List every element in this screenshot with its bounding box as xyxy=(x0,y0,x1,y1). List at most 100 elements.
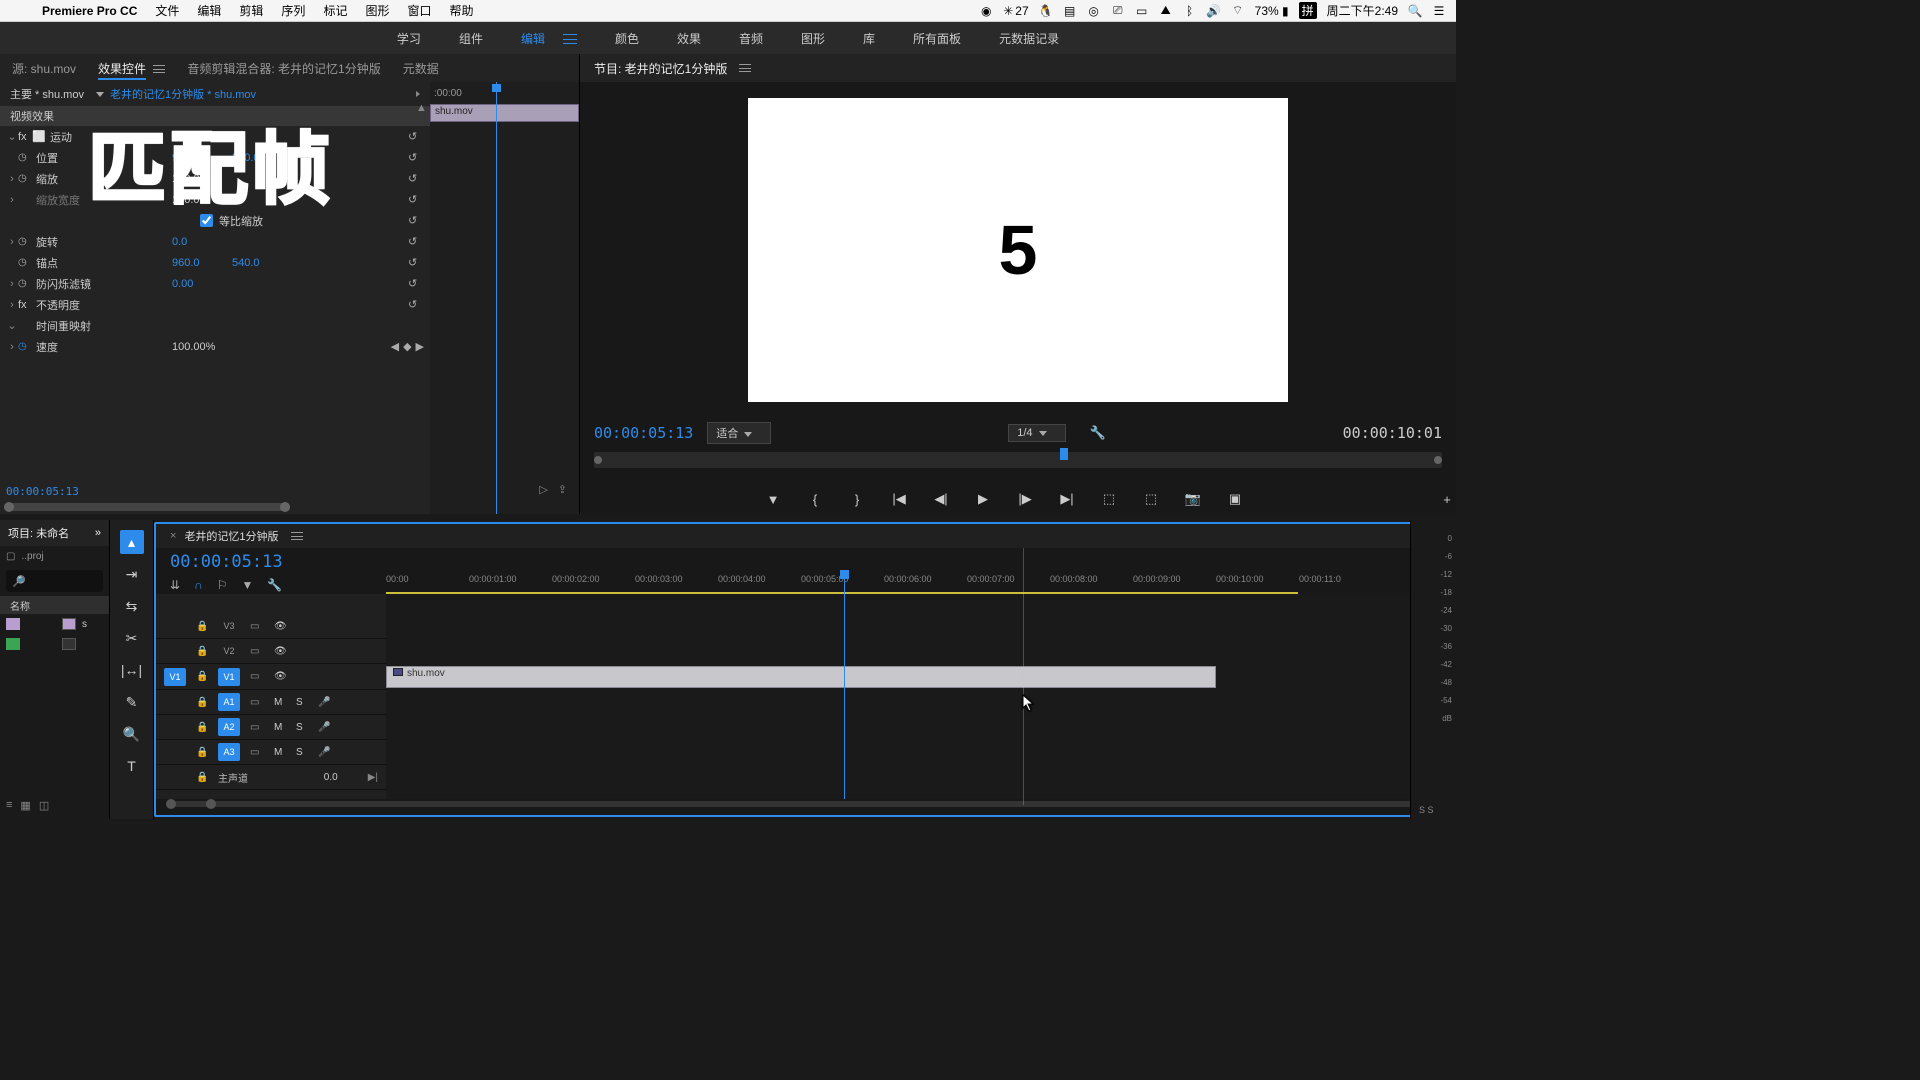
zoom-fit-dropdown[interactable]: 适合 xyxy=(707,422,771,444)
timeline-clip[interactable]: shu.mov xyxy=(386,666,1216,688)
ec-scrollbar[interactable] xyxy=(0,500,579,514)
track-a2[interactable]: 🔒A2▭MS🎤 xyxy=(156,715,386,740)
solo-indicators[interactable]: S S xyxy=(1419,805,1434,815)
lock-icon[interactable]: 🔒 xyxy=(196,747,208,758)
project-title[interactable]: 项目: 未命名 xyxy=(8,525,69,541)
rotation-value[interactable]: 0.0 xyxy=(172,236,232,248)
solo-button[interactable]: S xyxy=(296,697,308,708)
tab-effect-controls[interactable]: 效果控件 xyxy=(98,60,165,77)
pos-y[interactable]: 540.0 xyxy=(232,152,292,164)
spotlight-icon[interactable]: 🔍 xyxy=(1408,4,1422,18)
ws-libraries[interactable]: 库 xyxy=(863,30,875,47)
button-editor-icon[interactable]: + xyxy=(1438,492,1456,507)
tab-metadata[interactable]: 元数据 xyxy=(403,60,439,77)
panel-menu-icon[interactable] xyxy=(291,532,303,540)
sync-lock-icon[interactable]: ▭ xyxy=(250,646,264,657)
bluetooth-icon[interactable]: ᛒ xyxy=(1183,4,1197,18)
mute-button[interactable]: M xyxy=(274,697,286,708)
extract-button[interactable]: ⬚ xyxy=(1142,491,1160,507)
stopwatch-icon[interactable]: ◷ xyxy=(18,278,32,289)
lock-icon[interactable]: 🔒 xyxy=(196,697,208,708)
sync-lock-icon[interactable]: ▭ xyxy=(250,722,264,733)
ws-color[interactable]: 颜色 xyxy=(615,30,639,47)
timeline-h-scrollbar[interactable] xyxy=(166,801,1436,813)
ec-uniform-row[interactable]: 等比缩放 ↺ xyxy=(0,210,430,231)
ec-mini-ruler[interactable]: :00:00 xyxy=(430,82,579,104)
add-marker-button[interactable]: ▼ xyxy=(764,492,782,507)
razor-tool[interactable]: ✂ xyxy=(120,626,144,650)
voiceover-icon[interactable]: 🎤 xyxy=(318,722,330,733)
search-input[interactable]: 🔎 xyxy=(6,570,103,592)
ec-timecode[interactable]: 00:00:05:13 xyxy=(6,485,79,498)
goto-next-icon[interactable]: ▶| xyxy=(368,772,378,783)
stopwatch-icon[interactable]: ◷ xyxy=(18,173,32,184)
next-keyframe-icon[interactable]: ▶ xyxy=(416,340,424,353)
ws-assembly[interactable]: 组件 xyxy=(459,30,483,47)
ec-master[interactable]: 主要 * shu.mov xyxy=(10,86,84,102)
eye-icon[interactable]: 👁 xyxy=(274,671,288,682)
loop-icon[interactable]: ▷ xyxy=(539,483,547,496)
ec-remap-row[interactable]: ⌄ 时间重映射 xyxy=(0,315,430,336)
stopwatch-icon[interactable]: ◷ xyxy=(18,236,32,247)
export-icon[interactable]: ⇪ xyxy=(558,483,567,496)
tab-source[interactable]: 源: shu.mov xyxy=(12,60,76,77)
display-icon[interactable]: ⎚ xyxy=(1111,4,1125,18)
playhead-handle-icon[interactable] xyxy=(840,570,849,579)
go-to-in-button[interactable]: |◀ xyxy=(890,491,908,507)
stopwatch-icon[interactable]: ◷ xyxy=(18,257,32,268)
prev-keyframe-icon[interactable]: ◀ xyxy=(391,340,399,353)
wechat-status[interactable]: ✳27 xyxy=(1003,4,1028,18)
cc-icon[interactable]: ◎ xyxy=(1087,4,1101,18)
icon-view-icon[interactable]: ▦ xyxy=(20,799,30,819)
comparison-button[interactable]: ▣ xyxy=(1226,491,1244,507)
sync-lock-icon[interactable]: ▭ xyxy=(250,697,264,708)
reset-icon[interactable]: ↺ xyxy=(408,193,424,206)
reset-icon[interactable]: ↺ xyxy=(408,172,424,185)
timeline-ruler[interactable]: 00:00 00:00:01:00 00:00:02:00 00:00:03:0… xyxy=(386,572,1436,594)
ec-motion-row[interactable]: ⌄fx⬜ 运动 ↺ xyxy=(0,126,430,147)
ws-effects[interactable]: 效果 xyxy=(677,30,701,47)
monitor-icon[interactable]: ▭ xyxy=(1135,4,1149,18)
program-timecode[interactable]: 00:00:05:13 xyxy=(594,424,693,442)
list-view-icon[interactable]: ≡ xyxy=(6,799,12,819)
timeline-playhead[interactable] xyxy=(844,572,845,799)
column-name[interactable]: 名称 xyxy=(0,596,109,614)
program-monitor[interactable]: 5 xyxy=(580,82,1456,418)
notifications-icon[interactable]: ☰ xyxy=(1432,4,1446,18)
selection-tool[interactable]: ▴ xyxy=(120,530,144,554)
ws-learn[interactable]: 学习 xyxy=(397,30,421,47)
menu-sequence[interactable]: 序列 xyxy=(281,2,305,19)
reset-icon[interactable]: ↺ xyxy=(408,130,424,143)
menu-file[interactable]: 文件 xyxy=(155,2,179,19)
freeform-view-icon[interactable]: ◫ xyxy=(39,799,49,819)
mute-button[interactable]: M xyxy=(274,722,286,733)
ec-playhead[interactable] xyxy=(496,82,497,514)
settings-icon[interactable]: 🔧 xyxy=(1090,425,1106,441)
wifi-icon[interactable]: ⌔ xyxy=(1231,4,1245,18)
scroll-up-icon[interactable]: ▲ xyxy=(416,102,427,114)
go-to-out-button[interactable]: ▶| xyxy=(1058,491,1076,507)
ws-metadata[interactable]: 元数据记录 xyxy=(999,30,1059,47)
snap-icon[interactable]: ∩ xyxy=(194,578,203,592)
mark-in-button[interactable]: { xyxy=(806,492,824,507)
lift-button[interactable]: ⬚ xyxy=(1100,491,1118,507)
voiceover-icon[interactable]: 🎤 xyxy=(318,747,330,758)
marker-icon[interactable]: ▼ xyxy=(241,578,253,592)
lock-icon[interactable]: 🔒 xyxy=(196,621,208,632)
anchor-y[interactable]: 540.0 xyxy=(232,257,292,269)
track-a1[interactable]: 🔒A1▭MS🎤 xyxy=(156,690,386,715)
step-forward-button[interactable]: |▶ xyxy=(1016,491,1034,507)
ec-mini-clip[interactable]: shu.mov xyxy=(430,104,579,122)
stopwatch-icon[interactable]: ◷ xyxy=(18,152,32,163)
ws-editing[interactable]: 编辑 xyxy=(521,30,577,47)
program-scrubber[interactable] xyxy=(594,452,1442,468)
ws-allpanels[interactable]: 所有面板 xyxy=(913,30,961,47)
battery-status[interactable]: 73% ▮ xyxy=(1255,4,1289,18)
reset-icon[interactable]: ↺ xyxy=(408,256,424,269)
volume-icon[interactable]: 🔊 xyxy=(1207,4,1221,18)
track-v2[interactable]: 🔒V2▭👁 xyxy=(156,639,386,664)
panel-menu-icon[interactable] xyxy=(739,64,751,72)
play-button[interactable]: ▶ xyxy=(974,491,992,507)
track-a3[interactable]: 🔒A3▭MS🎤 xyxy=(156,740,386,765)
timeline-sequence-name[interactable]: 老井的记忆1分钟版 xyxy=(184,528,278,544)
